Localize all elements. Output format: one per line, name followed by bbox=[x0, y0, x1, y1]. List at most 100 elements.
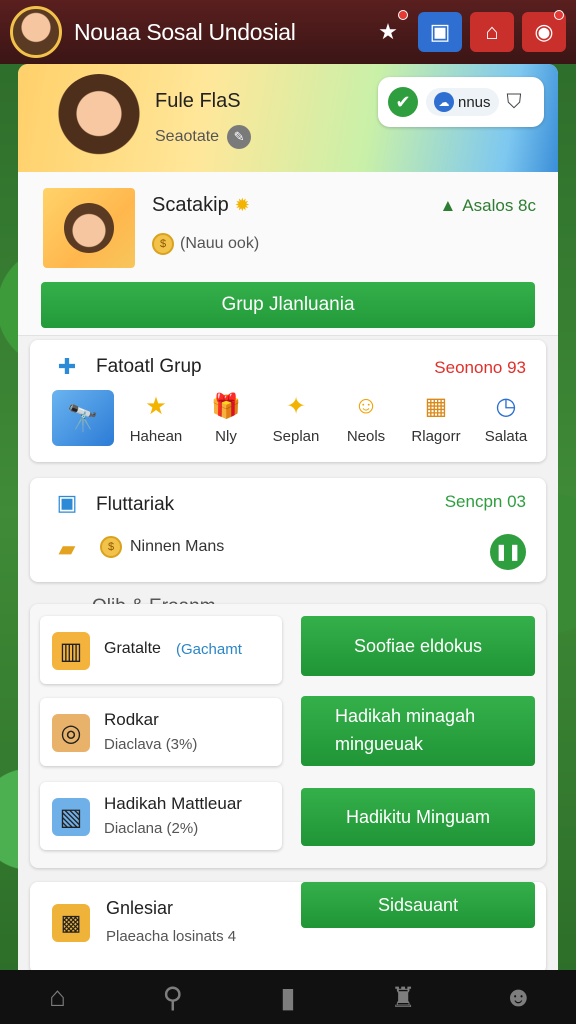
profile-image bbox=[43, 188, 135, 268]
main-panel: Fule FlaS Seaotate ✎ ✔ ☁ nnus ⛉ Scatakip… bbox=[18, 64, 558, 970]
home-icon[interactable]: ⌂ bbox=[38, 977, 78, 1017]
profile-name-text: Scatakip bbox=[152, 194, 229, 216]
star-icon[interactable]: ★ bbox=[366, 10, 410, 52]
sun-icon: ✹ bbox=[234, 195, 250, 215]
friends-card-counter: Seonono 93 bbox=[434, 358, 526, 377]
task-sub: $ Ninnen Mans bbox=[100, 536, 224, 558]
friends-row: 🔭 ★ Hahean 🎁 Nly ✦ Seplan ☺ Neols ▦ Rlag… bbox=[52, 390, 534, 446]
smiley-icon: ☺ bbox=[353, 392, 379, 419]
hero-name: Fule FlaS bbox=[155, 90, 241, 112]
friend-item[interactable]: ☺ Neols bbox=[338, 390, 394, 445]
pause-button[interactable]: ❚❚ bbox=[490, 534, 526, 570]
section-action-line: Hadikah minagah bbox=[335, 706, 476, 727]
friend-label: Seplan bbox=[272, 428, 320, 445]
shop-icon[interactable]: ▮ bbox=[268, 977, 308, 1017]
profile-right: ▲ Asalos 8c bbox=[439, 196, 536, 216]
section-tile[interactable]: ▥ Gratalte (Gachamt bbox=[40, 616, 282, 684]
hero-subtitle: Seaotate ✎ bbox=[155, 125, 252, 149]
profile-icon[interactable]: ☻ bbox=[498, 977, 538, 1017]
friend-item[interactable]: ★ Hahean bbox=[128, 390, 184, 446]
home-icon[interactable]: ⌂ bbox=[470, 12, 514, 52]
reward-button[interactable]: Sidsauant bbox=[301, 882, 535, 928]
friends-card-title: Fatoatl Grup bbox=[96, 356, 202, 377]
tile-title: Gratalte bbox=[104, 640, 161, 657]
tile-title: Rodkar bbox=[104, 710, 159, 729]
profile-sub-value: Nauu ook bbox=[185, 235, 254, 252]
friend-main-tile[interactable]: 🔭 bbox=[52, 390, 114, 446]
chest-icon: ▥ bbox=[52, 632, 90, 670]
section-action-button[interactable]: Soofiae eldokus bbox=[301, 616, 535, 676]
chat-icon[interactable]: ▣ bbox=[418, 12, 462, 52]
box-icon: ▰ bbox=[58, 536, 76, 561]
friend-item[interactable]: ✦ Seplan bbox=[268, 390, 324, 446]
gift-icon: 🎁 bbox=[211, 392, 241, 420]
reward-title: Gnlesiar bbox=[106, 898, 174, 918]
profile-right-text: Asalos 8c bbox=[462, 196, 536, 215]
friend-label: Neols bbox=[346, 428, 386, 445]
search-icon[interactable]: ⚲ bbox=[153, 977, 193, 1017]
friend-item[interactable]: ▦ Rlagorr bbox=[408, 390, 464, 446]
coin-icon: $ bbox=[152, 233, 174, 255]
friends-card: ✚ Fatoatl Grup Seonono 93 🔭 ★ Hahean 🎁 N… bbox=[30, 340, 546, 462]
notification-dot bbox=[398, 10, 408, 20]
task-card: ▣ Fluttariak Sencpn 03 ▰ $ Ninnen Mans ❚… bbox=[30, 478, 546, 582]
tile-subtitle-text: Gachamt bbox=[181, 641, 242, 658]
profile-name: Scatakip ✹ bbox=[152, 194, 250, 217]
reward-subtitle: Plaeacha losinats 4 bbox=[106, 928, 237, 945]
profile-sub-text: (Nauu ook) bbox=[180, 235, 260, 252]
tile-subtitle: (Gachamt bbox=[176, 641, 242, 658]
lock-icon: ▲ bbox=[439, 196, 457, 215]
tile-subtitle: Diaclava (3%) bbox=[104, 736, 198, 753]
cube-icon: ▣ bbox=[56, 490, 78, 515]
clock-icon: ◷ bbox=[495, 392, 517, 420]
bottom-nav: ⌂ ⚲ ▮ ♜ ☻ bbox=[0, 970, 576, 1024]
trophy-icon[interactable]: ♜ bbox=[383, 977, 423, 1017]
stars-icon: ✦ bbox=[285, 392, 307, 420]
map-icon: ▦ bbox=[424, 392, 448, 420]
section-container: ▥ Gratalte (Gachamt Soofiae eldokus ◎ Ro… bbox=[30, 604, 546, 868]
star-icon: ★ bbox=[145, 392, 167, 420]
notification-dot bbox=[554, 10, 564, 20]
section-tile[interactable]: ▧ Hadikah Mattleuar Diaclana (2%) bbox=[40, 782, 282, 850]
coin-icon: $ bbox=[100, 536, 122, 558]
gift-box-icon: ▩ bbox=[52, 904, 90, 942]
compass-icon: ◎ bbox=[52, 714, 90, 752]
status-pill[interactable]: ✔ ☁ nnus ⛉ bbox=[378, 77, 544, 127]
puzzle-icon: ✚ bbox=[57, 354, 77, 379]
friend-item[interactable]: ◷ Salata bbox=[478, 390, 534, 446]
section-action-button[interactable]: Hadikitu Minguam bbox=[301, 788, 535, 846]
profile-face bbox=[64, 203, 114, 253]
friend-item[interactable]: 🎁 Nly bbox=[198, 390, 254, 446]
hero-banner: Fule FlaS Seaotate ✎ ✔ ☁ nnus ⛉ bbox=[18, 64, 558, 172]
hero-avatar bbox=[56, 74, 142, 162]
cloud-icon: ☁ bbox=[434, 92, 454, 112]
top-bar: Nouaa Sosal Undosial ★ ▣ ⌂ ◉ bbox=[0, 0, 576, 64]
section-action-line: mingueuak bbox=[335, 734, 424, 754]
profile-card: Scatakip ✹ $ (Nauu ook) ▲ Asalos 8c Grup… bbox=[18, 172, 558, 336]
user-avatar[interactable] bbox=[10, 6, 62, 58]
pill-chip[interactable]: ☁ nnus bbox=[426, 88, 499, 116]
friend-label: Nly bbox=[215, 428, 237, 445]
pill-text: nnus bbox=[458, 93, 491, 111]
group-button[interactable]: Grup Jlanluania bbox=[41, 282, 535, 328]
tile-subtitle: Diaclana (2%) bbox=[104, 820, 199, 837]
hat-icon[interactable]: ⛉ bbox=[507, 91, 522, 114]
task-sub-text: Ninnen Mans bbox=[130, 538, 225, 555]
task-card-title: Fluttariak bbox=[96, 494, 175, 515]
hero-subtitle-text: Seaotate bbox=[155, 128, 220, 145]
reward-card: ▩ Gnlesiar Plaeacha losinats 4 Sidsauant bbox=[30, 882, 546, 970]
friend-label: Hahean bbox=[129, 428, 183, 445]
app-title: Nouaa Sosal Undosial bbox=[74, 18, 296, 45]
edit-icon[interactable]: ✎ bbox=[227, 125, 252, 149]
friend-label: Rlagorr bbox=[411, 428, 461, 445]
notification-icon[interactable]: ◉ bbox=[522, 10, 566, 52]
profile-sub: $ (Nauu ook) bbox=[152, 233, 259, 255]
section-action-button[interactable]: Hadikah minagah mingueuak bbox=[301, 696, 535, 766]
section-action-label: Hadikah minagah mingueuak bbox=[335, 703, 475, 759]
task-card-counter: Sencpn 03 bbox=[444, 492, 526, 511]
section-tile[interactable]: ◎ Rodkar Diaclava (3%) bbox=[40, 698, 282, 766]
friend-label: Salata bbox=[484, 428, 528, 445]
check-icon[interactable]: ✔ bbox=[388, 87, 418, 117]
tile-title: Hadikah Mattleuar bbox=[104, 794, 242, 813]
picture-icon: ▧ bbox=[52, 798, 90, 836]
